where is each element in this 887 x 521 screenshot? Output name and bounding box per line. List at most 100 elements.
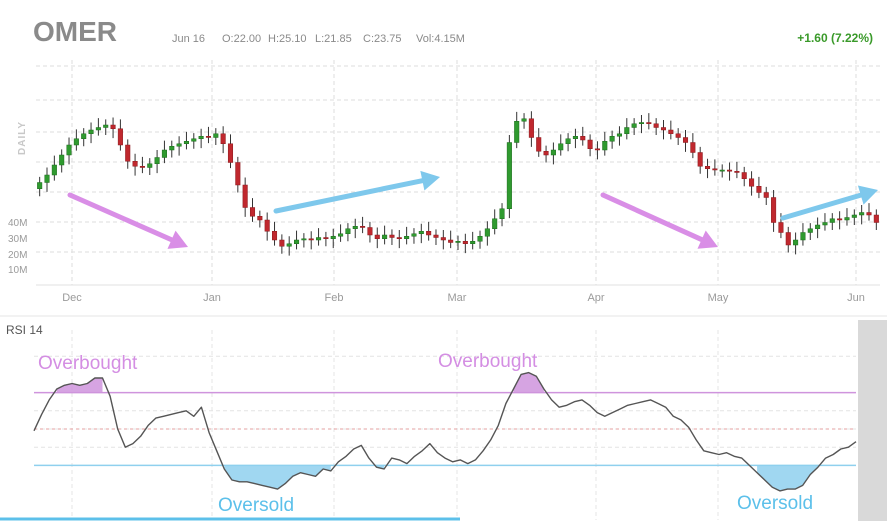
candle xyxy=(418,223,424,244)
x-tick-label: May xyxy=(708,292,729,304)
candle xyxy=(183,131,189,150)
candle-body xyxy=(426,231,432,236)
candle xyxy=(506,135,512,219)
candle-body xyxy=(462,241,468,244)
candle-body xyxy=(690,142,696,153)
candle xyxy=(294,230,300,250)
up-arrow-1-shaft xyxy=(273,178,425,214)
candle-body xyxy=(528,118,534,138)
rsi-panel-label: RSI 14 xyxy=(6,323,43,337)
x-tick-label: Feb xyxy=(325,292,344,304)
candle xyxy=(59,149,65,173)
candle xyxy=(492,209,498,235)
candle-body xyxy=(866,212,872,216)
chart-canvas: OMER Jun 16 O:22.00 H:25.10 L:21.85 C:23… xyxy=(0,16,887,521)
candle xyxy=(249,198,256,222)
candle xyxy=(66,137,72,165)
candle-body xyxy=(785,232,791,246)
candle xyxy=(587,134,593,157)
candle-body xyxy=(235,162,241,186)
candle xyxy=(682,130,689,152)
up-arrow-2-head xyxy=(857,185,878,205)
candle-body xyxy=(147,163,153,168)
candle xyxy=(470,231,476,250)
volume-axis-label: 20M xyxy=(8,250,27,261)
candle-body xyxy=(161,149,167,158)
candle xyxy=(316,228,322,246)
candle xyxy=(756,176,762,199)
candle-body xyxy=(382,234,388,239)
candle-body xyxy=(249,207,256,217)
candle-body xyxy=(183,141,189,144)
candle xyxy=(697,146,703,174)
candle-body xyxy=(308,238,314,241)
candle-body xyxy=(638,122,645,124)
candle-body xyxy=(851,214,857,218)
candle xyxy=(690,133,696,159)
candle xyxy=(323,231,329,247)
candle xyxy=(411,228,417,244)
candle xyxy=(558,134,564,156)
candle-body xyxy=(829,218,835,223)
candle xyxy=(771,190,777,232)
candle-body xyxy=(660,127,667,131)
x-tick-label: Apr xyxy=(587,292,604,304)
candle xyxy=(360,216,366,234)
candle xyxy=(741,166,747,187)
candle xyxy=(793,232,799,255)
candle-body xyxy=(294,239,300,244)
candle xyxy=(227,134,234,169)
x-tick-label: Jun xyxy=(847,292,865,304)
price-grid xyxy=(36,60,880,286)
candle-body xyxy=(734,171,740,173)
candle-body xyxy=(844,217,850,221)
candle xyxy=(594,141,600,160)
candle xyxy=(88,122,94,144)
candle-body xyxy=(543,151,549,156)
candle xyxy=(110,117,116,139)
candle-body xyxy=(95,127,101,131)
candle xyxy=(844,208,850,226)
candle-body xyxy=(110,124,116,129)
candle xyxy=(213,128,219,145)
candle xyxy=(345,223,351,242)
candle xyxy=(440,230,446,250)
candle-body xyxy=(154,157,160,164)
quote-date: Jun 16 xyxy=(172,33,205,45)
candle xyxy=(220,126,226,154)
candle-body xyxy=(433,234,439,238)
candle xyxy=(638,115,645,134)
candle-body xyxy=(191,138,197,142)
candle-body xyxy=(330,236,336,239)
candle-body xyxy=(279,239,285,247)
candle-body xyxy=(572,136,578,139)
candle xyxy=(51,155,57,181)
x-axis: Dec Jan Feb Mar Apr May Jun xyxy=(62,292,865,304)
candle-body xyxy=(448,239,454,243)
candle-body xyxy=(631,123,637,128)
candle-body xyxy=(396,237,402,239)
oversold-label-1: Oversold xyxy=(218,495,294,516)
candle xyxy=(433,229,439,245)
candle-body xyxy=(367,227,373,236)
candle-body xyxy=(404,236,410,239)
candle-body xyxy=(624,127,630,134)
candle xyxy=(242,177,248,217)
candle xyxy=(602,131,608,156)
candle-body xyxy=(440,237,446,241)
candle xyxy=(815,217,821,239)
candle-body xyxy=(360,226,366,228)
candle xyxy=(382,225,388,245)
candle xyxy=(257,210,263,228)
period-label: DAILY xyxy=(17,121,28,155)
candle xyxy=(205,126,211,144)
candle-body xyxy=(536,137,542,152)
candle-body xyxy=(609,136,615,142)
quote-open: O:22.00 xyxy=(222,33,261,45)
oversold-fill xyxy=(224,465,331,490)
candle-body xyxy=(756,186,762,193)
candle xyxy=(660,120,667,140)
quote-low: L:21.85 xyxy=(315,33,352,45)
volume-axis-label: 40M xyxy=(8,218,27,229)
up-arrow-2-shaft xyxy=(780,192,864,221)
